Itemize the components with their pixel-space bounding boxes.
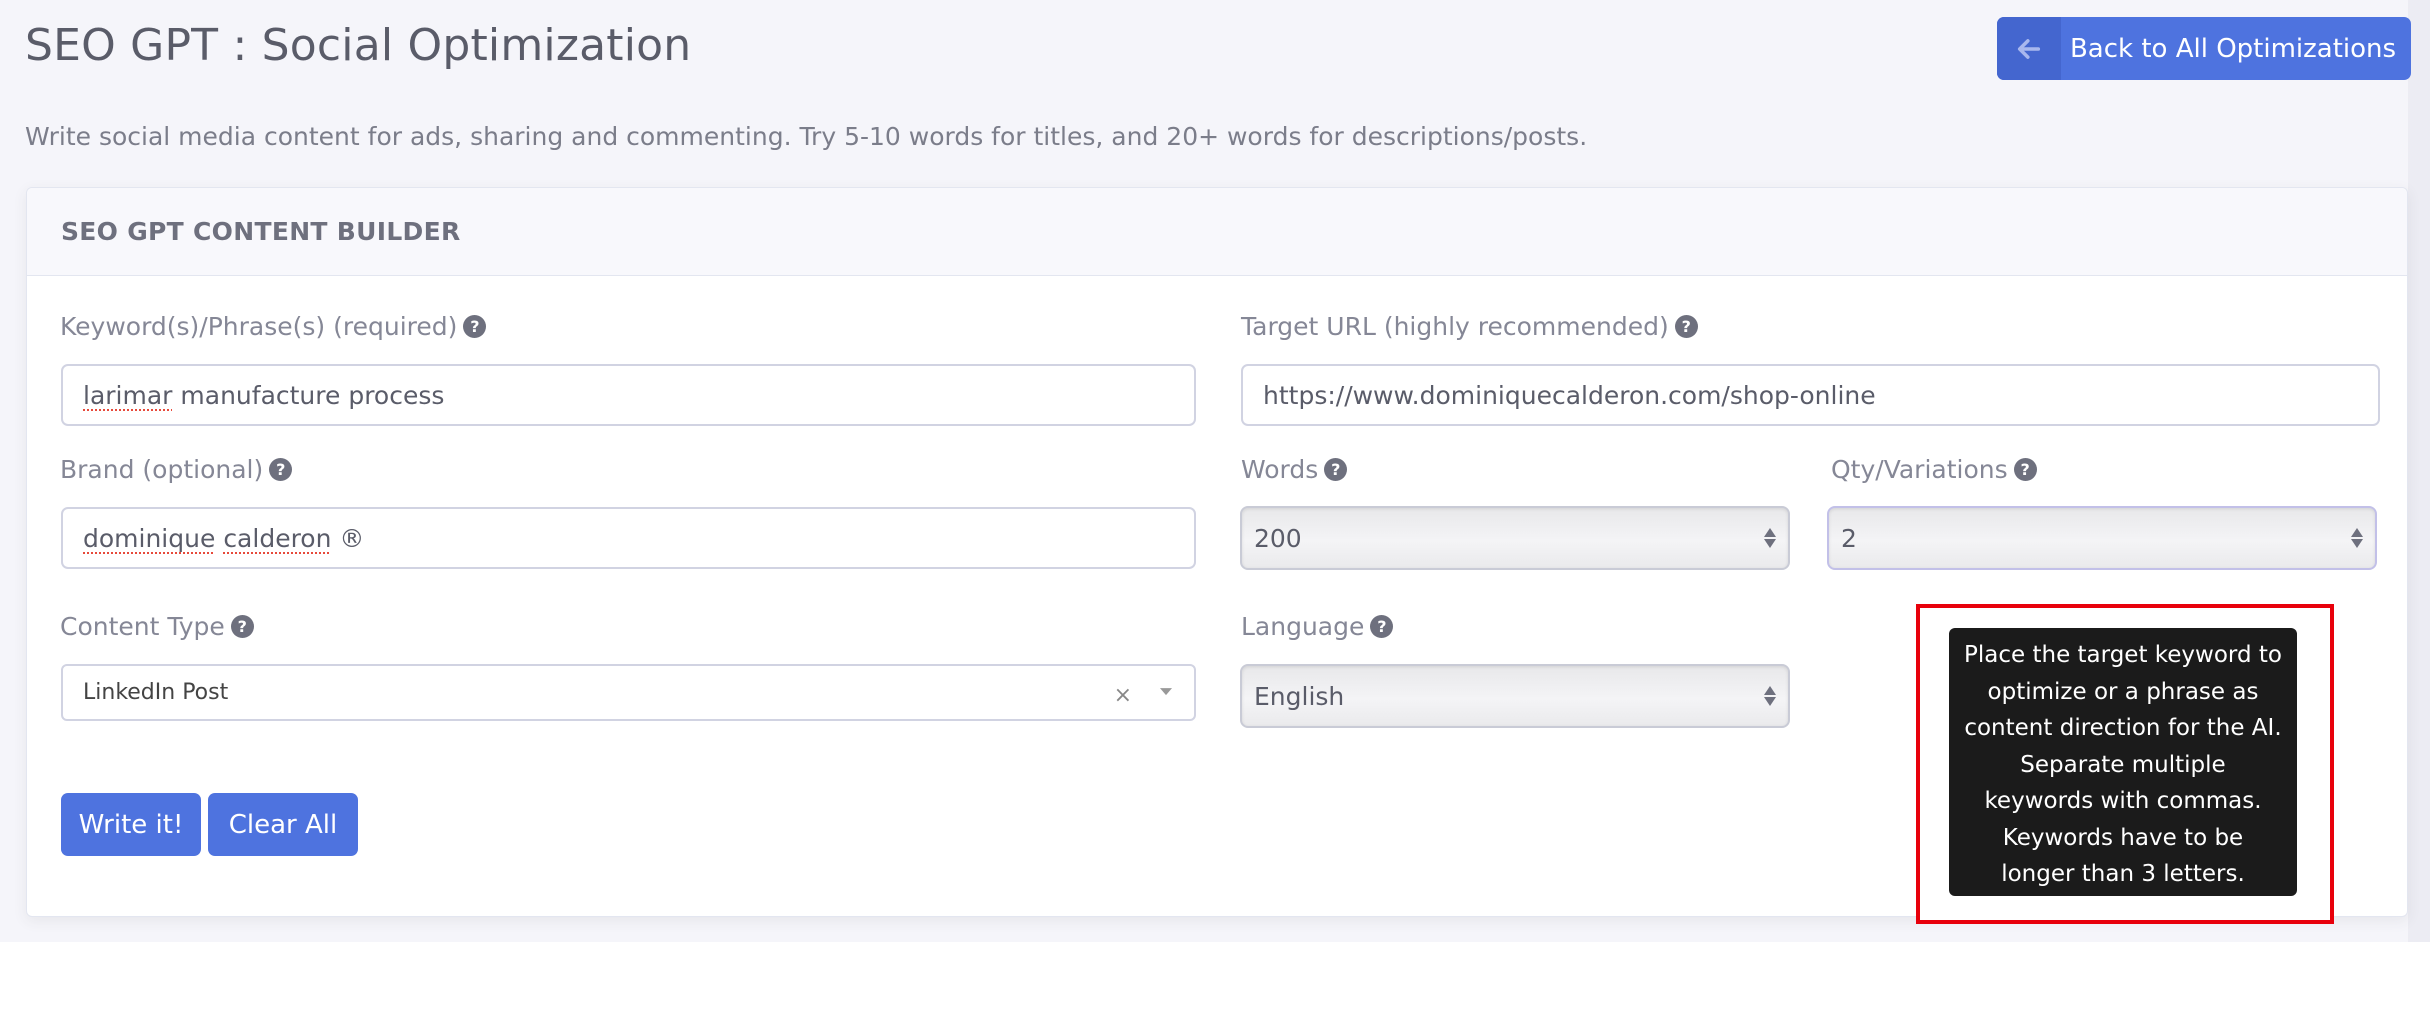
- help-tooltip: Place the target keyword to optimize or …: [1949, 628, 2297, 896]
- words-select[interactable]: 200: [1240, 506, 1790, 570]
- up-down-arrows-icon: [1764, 528, 1776, 548]
- up-down-arrows-icon: [2351, 528, 2363, 548]
- keywords-label-text: Keyword(s)/Phrase(s) (required): [60, 312, 458, 341]
- page-subtitle: Write social media content for ads, shar…: [25, 122, 1588, 151]
- language-value: English: [1254, 681, 1345, 711]
- brand-input[interactable]: dominique calderon ®: [61, 507, 1196, 569]
- brand-value-misspelled: calderon: [223, 523, 332, 553]
- brand-label-text: Brand (optional): [60, 455, 264, 484]
- question-circle-icon[interactable]: ?: [1324, 458, 1348, 481]
- page-title: SEO GPT : Social Optimization: [25, 20, 692, 71]
- keywords-input[interactable]: larimar manufacture process: [61, 364, 1196, 426]
- content-type-value: LinkedIn Post: [83, 680, 229, 705]
- clear-selection-icon[interactable]: ×: [1114, 683, 1132, 708]
- keywords-label: Keyword(s)/Phrase(s) (required) ?: [60, 312, 487, 341]
- words-value: 200: [1254, 523, 1302, 553]
- language-select[interactable]: English: [1240, 664, 1790, 728]
- chevron-down-icon[interactable]: [1160, 687, 1172, 695]
- back-to-all-optimizations-button[interactable]: Back to All Optimizations: [1997, 17, 2411, 80]
- brand-label: Brand (optional) ?: [60, 455, 293, 484]
- qty-label: Qty/Variations ?: [1831, 455, 2037, 484]
- words-label: Words ?: [1241, 455, 1348, 484]
- keywords-value-misspelled: larimar: [83, 380, 173, 410]
- brand-value: ®: [331, 523, 365, 553]
- content-type-label-text: Content Type: [60, 612, 225, 641]
- question-circle-icon[interactable]: ?: [230, 615, 254, 638]
- brand-value-misspelled: dominique: [83, 523, 216, 553]
- clear-all-button[interactable]: Clear All: [208, 793, 358, 856]
- qty-variations-select[interactable]: 2: [1827, 506, 2377, 570]
- target-url-label: Target URL (highly recommended) ?: [1241, 312, 1698, 341]
- language-label: Language ?: [1241, 612, 1394, 641]
- question-circle-icon[interactable]: ?: [1674, 315, 1698, 338]
- question-circle-icon[interactable]: ?: [269, 458, 293, 481]
- language-label-text: Language: [1241, 612, 1365, 641]
- content-type-label: Content Type ?: [60, 612, 254, 641]
- card-title: SEO GPT CONTENT BUILDER: [61, 217, 461, 246]
- target-url-input[interactable]: https://www.dominiquecalderon.com/shop-o…: [1241, 364, 2380, 426]
- words-label-text: Words: [1241, 455, 1319, 484]
- target-url-value: https://www.dominiquecalderon.com/shop-o…: [1263, 380, 1876, 410]
- target-url-label-text: Target URL (highly recommended): [1241, 312, 1669, 341]
- question-circle-icon[interactable]: ?: [2013, 458, 2037, 481]
- question-circle-icon[interactable]: ?: [1370, 615, 1394, 638]
- up-down-arrows-icon: [1764, 686, 1776, 706]
- keywords-value: manufacture process: [172, 380, 445, 410]
- arrow-left-icon: [1997, 17, 2061, 80]
- card-header: SEO GPT CONTENT BUILDER: [27, 188, 2407, 276]
- qty-value: 2: [1841, 523, 1857, 553]
- back-button-label: Back to All Optimizations: [2069, 33, 2397, 64]
- qty-label-text: Qty/Variations: [1831, 455, 2008, 484]
- write-it-button[interactable]: Write it!: [61, 793, 201, 856]
- question-circle-icon[interactable]: ?: [463, 315, 487, 338]
- content-type-select[interactable]: LinkedIn Post ×: [61, 664, 1196, 721]
